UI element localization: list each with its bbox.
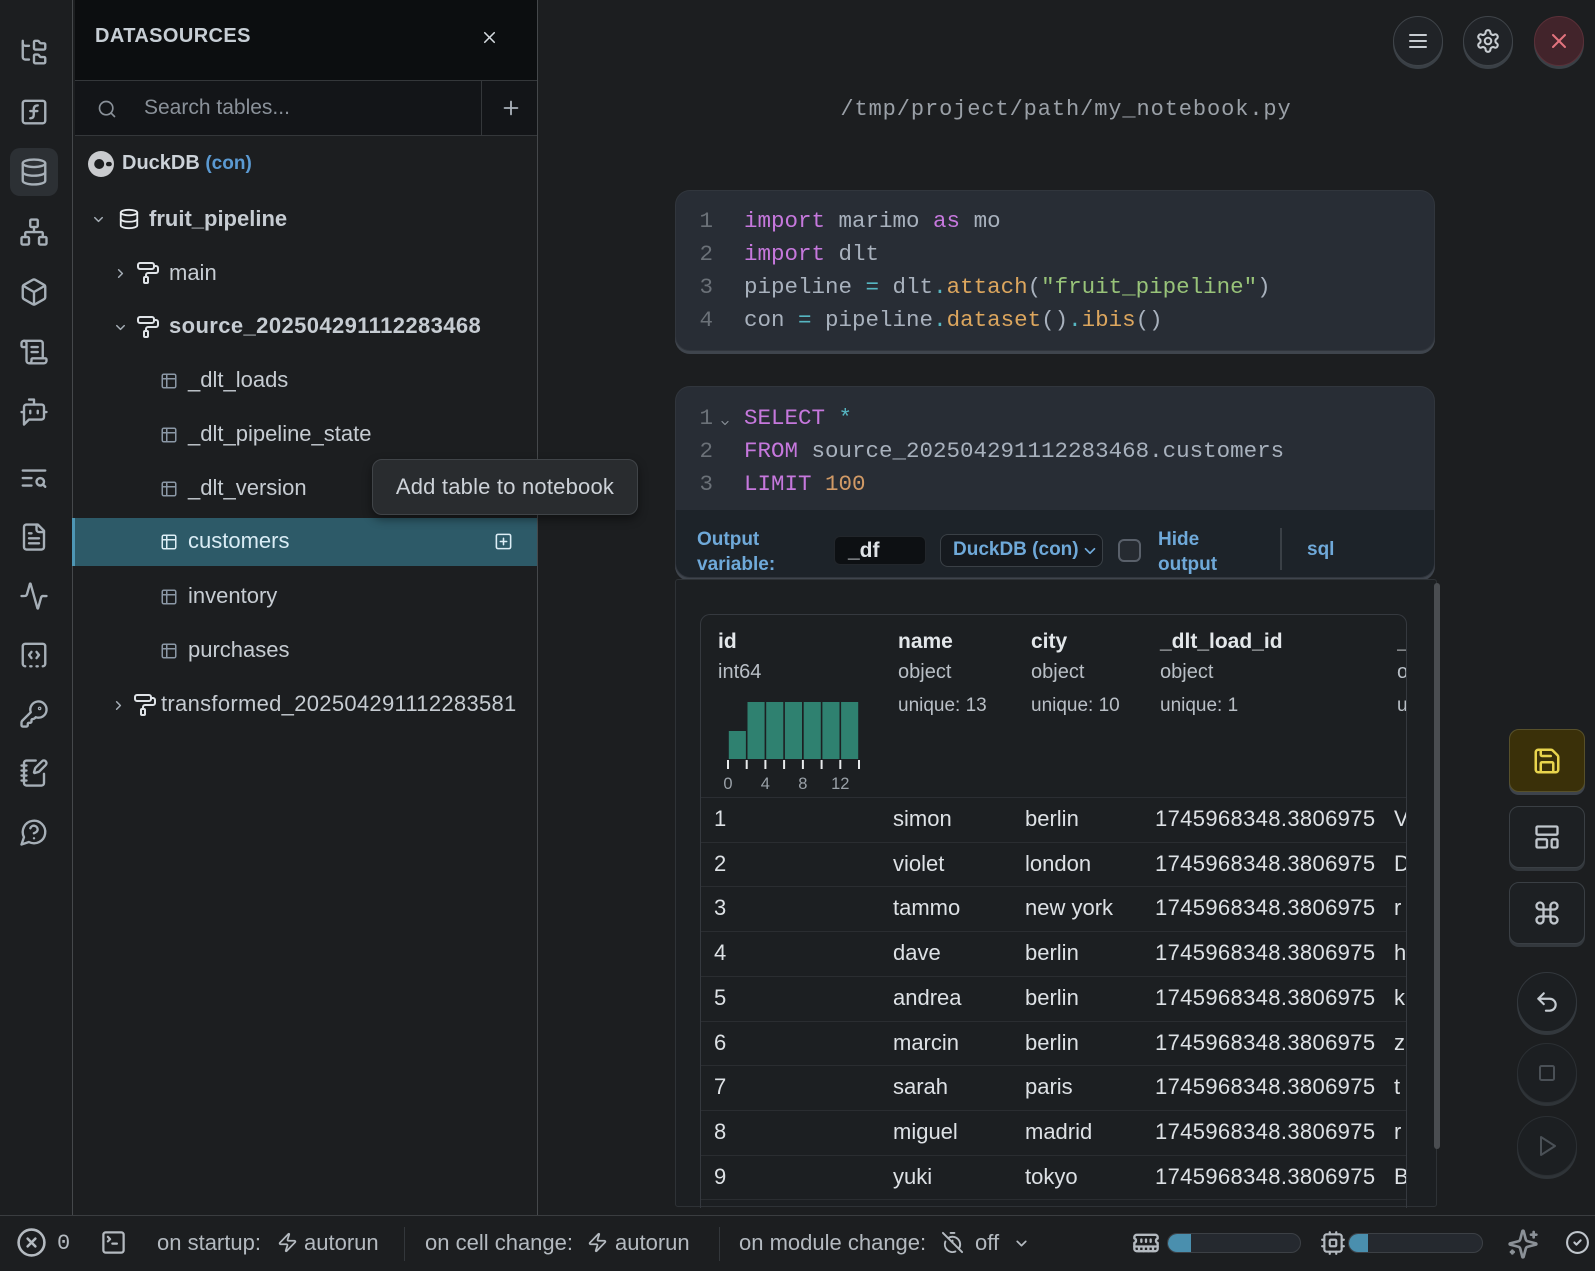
svg-text:8: 8 (798, 775, 807, 793)
svg-text:12: 12 (831, 775, 849, 793)
svg-text:0: 0 (723, 775, 732, 793)
svg-text:4: 4 (761, 775, 770, 793)
